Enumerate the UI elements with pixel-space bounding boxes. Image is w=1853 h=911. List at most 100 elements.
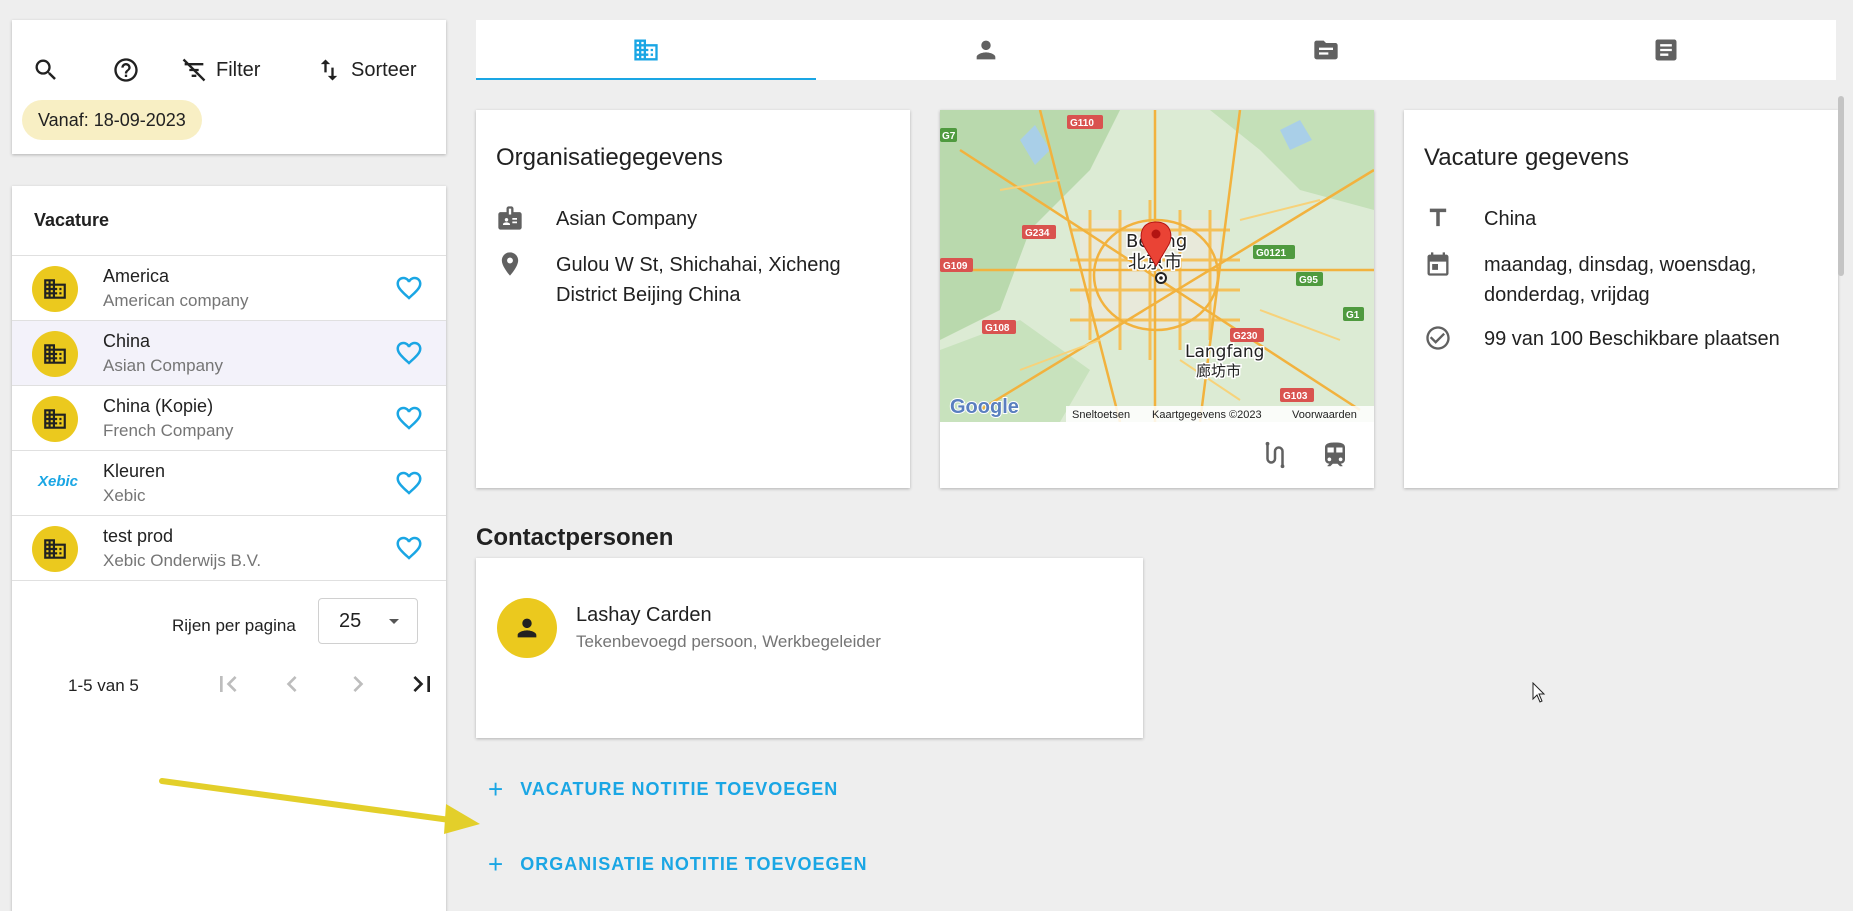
add-vacancy-note-label: VACATURE NOTITIE TOEVOEGEN	[520, 779, 839, 799]
map-card: G110 G7 G234 G109 G108 G0121 G95 G1 G230…	[940, 110, 1374, 488]
text-title-icon	[1429, 208, 1447, 227]
vacancy-days-line-2: donderdag, vrijdag	[1484, 284, 1650, 306]
person-icon	[513, 614, 541, 642]
rows-per-page-select[interactable]: 25	[318, 598, 418, 644]
map-terms-link[interactable]: Voorwaarden	[1292, 409, 1357, 421]
avatar	[32, 331, 78, 377]
map-road-label: G109	[943, 261, 968, 272]
contacts-heading: Contactpersonen	[476, 524, 674, 551]
vacancy-availability-row: 99 van 100 Beschikbare plaatsen	[1424, 324, 1780, 354]
help-button[interactable]	[112, 56, 140, 84]
list-item-title: Kleuren	[103, 461, 166, 481]
search-button[interactable]	[32, 56, 60, 84]
last-page-icon[interactable]	[406, 668, 438, 700]
directions-route-icon[interactable]	[1260, 440, 1290, 470]
map-city-label-cn: 廊坊市	[1196, 362, 1241, 380]
add-vacancy-note-button[interactable]: + VACATURE NOTITIE TOEVOEGEN	[488, 774, 838, 805]
map-road-label: G234	[1025, 228, 1050, 239]
heart-icon[interactable]	[394, 403, 424, 433]
map-road-label: G110	[1070, 118, 1094, 129]
list-item[interactable]: test prod Xebic Onderwijs B.V.	[12, 516, 446, 581]
rows-per-page-value: 25	[339, 609, 362, 632]
map-road-label: G0121	[1256, 248, 1286, 259]
building-icon	[42, 536, 68, 562]
train-icon[interactable]	[1320, 440, 1350, 470]
list-item[interactable]: Xebic Kleuren Xebic	[12, 451, 446, 516]
date-filter-chip[interactable]: Vanaf: 18-09-2023	[22, 100, 202, 140]
company-name: Asian Company	[556, 208, 698, 230]
contact-card[interactable]: Lashay Carden Tekenbevoegd persoon, Werk…	[476, 558, 1143, 738]
list-item-subtitle: Xebic Onderwijs B.V.	[103, 551, 262, 570]
chip-label: Vanaf: 18-09-2023	[38, 109, 186, 130]
list-item-title: America	[103, 266, 170, 286]
chevron-down-icon	[389, 619, 399, 624]
filter-off-icon	[182, 58, 206, 82]
map-road-label: G95	[1299, 275, 1318, 286]
calendar-icon	[1427, 252, 1449, 276]
avatar	[32, 266, 78, 312]
tab-documents[interactable]	[1156, 20, 1496, 80]
page-range: 1-5 van 5	[68, 676, 139, 695]
add-organisation-note-label: ORGANISATIE NOTITIE TOEVOEGEN	[520, 854, 868, 874]
next-page-icon[interactable]	[342, 668, 374, 700]
list-item-title: test prod	[103, 526, 174, 546]
contact-name: Lashay Carden	[576, 604, 712, 626]
sort-button[interactable]: Sorteer	[315, 56, 417, 84]
map-road-label: G230	[1233, 331, 1258, 342]
vacancy-name-row: China	[1424, 204, 1536, 234]
building-icon	[42, 276, 68, 302]
person-icon	[972, 36, 1000, 64]
filter-button[interactable]: Filter	[180, 56, 260, 84]
check-circle-icon	[1426, 326, 1450, 350]
map-road-label: G108	[985, 323, 1010, 334]
address-row: Gulou W St, Shichahai, Xicheng District B…	[496, 250, 841, 310]
badge-icon	[498, 206, 522, 230]
sort-icon	[320, 59, 338, 81]
heart-icon[interactable]	[394, 533, 424, 563]
heart-icon[interactable]	[394, 468, 424, 498]
list-item[interactable]: China (Kopie) French Company	[12, 386, 446, 451]
previous-page-icon[interactable]	[276, 668, 308, 700]
filter-label: Filter	[216, 58, 261, 81]
address-line-1: Gulou W St, Shichahai, Xicheng	[556, 254, 841, 276]
tab-organisation[interactable]	[476, 20, 816, 80]
address: Gulou W St, Shichahai, Xicheng District B…	[556, 250, 841, 310]
address-line-2: District Beijing China	[556, 284, 741, 306]
tab-person[interactable]	[816, 20, 1156, 80]
vacancy-details-title: Vacature gegevens	[1424, 144, 1630, 171]
plus-icon: +	[488, 774, 505, 804]
heart-icon[interactable]	[394, 338, 424, 368]
vacancy-days-row: maandag, dinsdag, woensdag, donderdag, vr…	[1424, 250, 1756, 310]
map[interactable]: G110 G7 G234 G109 G108 G0121 G95 G1 G230…	[940, 110, 1374, 422]
organisation-card: Organisatiegegevens Asian Company Gulou …	[476, 110, 910, 488]
plus-icon: +	[488, 849, 505, 879]
scrollbar[interactable]	[1838, 96, 1844, 276]
map-road-label: G103	[1283, 391, 1308, 402]
list-item[interactable]: America American company	[12, 256, 446, 321]
sort-label: Sorteer	[351, 58, 417, 81]
list-item-subtitle: Xebic	[103, 486, 146, 505]
detail-tabs	[476, 20, 1836, 80]
map-keyboard-shortcuts[interactable]: Sneltoetsen	[1072, 409, 1130, 421]
avatar	[497, 598, 557, 658]
google-logo: Google	[950, 396, 1019, 418]
pagination: Rijen per pagina 25 1-5 van 5	[12, 592, 446, 712]
building-icon	[632, 36, 660, 64]
list-item-title: China	[103, 331, 151, 351]
vacancy-details-card: Vacature gegevens China maandag, dinsdag…	[1404, 110, 1838, 488]
toolbar-card: Filter Sorteer Vanaf: 18-09-2023	[12, 20, 446, 154]
contact-role: Tekenbevoegd persoon, Werkbegeleider	[576, 632, 881, 651]
location-pin-icon	[501, 252, 519, 276]
heart-icon[interactable]	[394, 273, 424, 303]
add-organisation-note-button[interactable]: + ORGANISATIE NOTITIE TOEVOEGEN	[488, 849, 868, 880]
vacancy-days: maandag, dinsdag, woensdag, donderdag, vr…	[1484, 250, 1756, 310]
company-row: Asian Company	[496, 204, 697, 234]
list-item[interactable]: China Asian Company	[12, 321, 446, 386]
folder-icon	[1312, 36, 1340, 64]
list-item-subtitle: Asian Company	[103, 356, 224, 375]
notes-icon	[1652, 36, 1680, 64]
building-icon	[42, 406, 68, 432]
first-page-icon[interactable]	[212, 668, 244, 700]
tab-notes[interactable]	[1496, 20, 1836, 80]
organisation-title: Organisatiegegevens	[496, 144, 723, 171]
